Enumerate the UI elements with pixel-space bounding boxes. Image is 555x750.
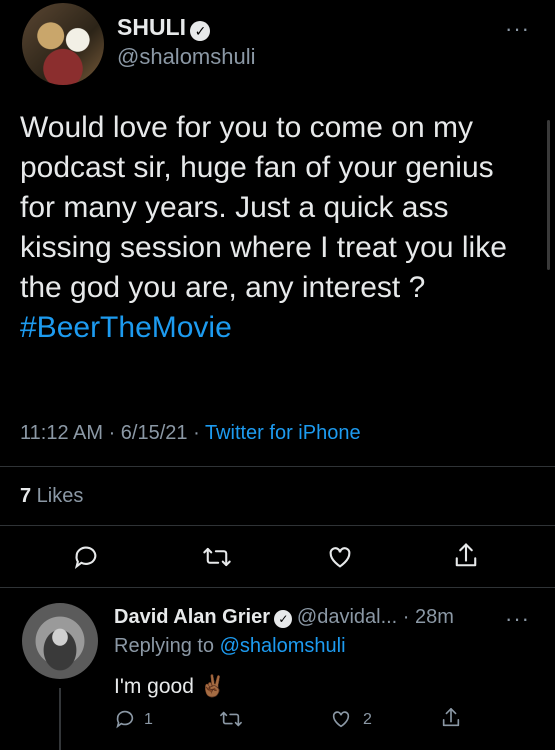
tweet-meta: 11:12 AM · 6/15/21 · Twitter for iPhone (20, 422, 361, 445)
author-name-row[interactable]: SHULI ✓ (117, 14, 211, 41)
replying-prefix: Replying to (114, 635, 220, 657)
hashtag-link[interactable]: #BeerTheMovie (20, 311, 232, 344)
more-icon[interactable]: ··· (505, 16, 530, 42)
reply-text: I'm good ✌🏾 (114, 675, 226, 698)
author-avatar[interactable] (22, 3, 104, 85)
share-icon[interactable] (452, 541, 480, 571)
reply-share-icon[interactable] (440, 706, 462, 730)
scrollbar[interactable] (547, 120, 550, 270)
verified-icon: ✓ (274, 609, 293, 628)
likes-count: 7 (20, 485, 32, 507)
author-name[interactable]: SHULI (117, 14, 186, 40)
retweet-icon[interactable] (202, 543, 232, 571)
heart-icon[interactable] (326, 543, 354, 571)
likes-label: Likes (31, 485, 84, 507)
tweet-source[interactable]: Twitter for iPhone (205, 422, 361, 444)
verified-icon: ✓ (190, 20, 211, 41)
tweet-text: Would love for you to come on my podcast… (20, 108, 525, 348)
reply-author-name[interactable]: David Alan Grier (114, 606, 270, 628)
reply-heart-icon[interactable] (330, 708, 352, 730)
reply-count: 1 (144, 711, 153, 728)
author-handle[interactable]: @shalomshuli (117, 44, 256, 70)
divider (0, 466, 555, 467)
divider (0, 525, 555, 526)
tweet-timestamp[interactable]: 11:12 AM · 6/15/21 · (20, 422, 205, 444)
reply-author-handle[interactable]: @davidal... (297, 606, 397, 628)
reply-header: David Alan Grier ✓ @davidal... · 28m (114, 606, 454, 629)
reply-author-avatar[interactable] (22, 603, 98, 679)
replying-to: Replying to @shalomshuli (114, 635, 346, 658)
reply-like-count: 2 (363, 711, 372, 728)
reply-icon[interactable] (72, 543, 100, 571)
replying-to-handle[interactable]: @shalomshuli (220, 635, 346, 657)
reply-reply-icon[interactable] (114, 708, 136, 730)
likes-stat[interactable]: 7 Likes (20, 485, 83, 508)
reply-time[interactable]: · 28m (397, 606, 454, 628)
reply-more-icon[interactable]: ··· (505, 606, 530, 632)
divider (0, 587, 555, 588)
thread-line (59, 688, 61, 750)
reply-retweet-icon[interactable] (218, 708, 244, 730)
tweet-body: Would love for you to come on my podcast… (20, 111, 507, 304)
